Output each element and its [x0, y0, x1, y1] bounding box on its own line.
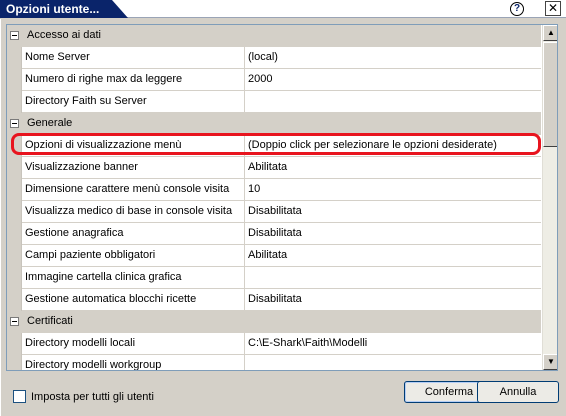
row-margin — [7, 135, 22, 157]
property-value[interactable]: 10 — [246, 179, 541, 201]
property-grid: Accesso ai dati Nome Server (local) Numero … — [6, 24, 558, 371]
category-row[interactable]: Certificati — [7, 311, 541, 333]
property-name: Immagine cartella clinica grafica — [24, 267, 245, 289]
property-value[interactable]: C:\E-Shark\Faith\Modelli — [246, 333, 541, 355]
category-label: Certificati — [27, 315, 73, 327]
property-row[interactable]: Visualizzazione banner Abilitata — [7, 157, 541, 179]
scroll-up-button[interactable]: ▲ — [543, 25, 557, 41]
dialog-body: Accesso ai dati Nome Server (local) Numero … — [0, 19, 566, 416]
row-margin — [7, 201, 22, 223]
scroll-thumb[interactable] — [543, 42, 557, 147]
property-value[interactable] — [246, 91, 541, 113]
property-row[interactable]: Directory modelli workgroup — [7, 355, 541, 370]
property-row[interactable]: Directory Faith su Server — [7, 91, 541, 113]
property-value[interactable]: (local) — [246, 47, 541, 69]
property-name: Numero di righe max da leggere — [24, 69, 245, 91]
scroll-down-button[interactable]: ▼ — [543, 354, 557, 370]
property-value[interactable]: Abilitata — [246, 157, 541, 179]
property-row[interactable]: Gestione automatica blocchi ricette Disab… — [7, 289, 541, 311]
property-name: Opzioni di visualizzazione menù — [24, 135, 245, 157]
property-value[interactable]: Disabilitata — [246, 289, 541, 311]
title-bar: Opzioni utente... ? ✕ — [0, 0, 566, 18]
property-row[interactable]: Gestione anagrafica Disabilitata — [7, 223, 541, 245]
property-row[interactable]: Opzioni di visualizzazione menù (Doppio c… — [7, 135, 541, 157]
row-margin — [7, 333, 22, 355]
apply-all-checkbox[interactable] — [13, 390, 26, 403]
property-row[interactable]: Immagine cartella clinica grafica — [7, 267, 541, 289]
property-name: Directory modelli workgroup — [24, 355, 245, 370]
property-name: Gestione automatica blocchi ricette — [24, 289, 245, 311]
cancel-button[interactable]: Annulla — [477, 381, 559, 403]
property-row[interactable]: Directory modelli locali C:\E-Shark\Faith… — [7, 333, 541, 355]
category-label: Generale — [27, 117, 73, 129]
property-value[interactable]: Abilitata — [246, 245, 541, 267]
category-row[interactable]: Generale — [7, 113, 541, 135]
property-name: Visualizzazione banner — [24, 157, 245, 179]
property-value[interactable] — [246, 355, 541, 370]
property-row[interactable]: Visualizza medico di base in console vis… — [7, 201, 541, 223]
window-title: Opzioni utente... — [6, 2, 100, 16]
property-name: Campi paziente obbligatori — [24, 245, 245, 267]
row-margin — [7, 223, 22, 245]
row-margin — [7, 69, 22, 91]
row-margin — [7, 355, 22, 370]
property-row[interactable]: Numero di righe max da leggere 2000 — [7, 69, 541, 91]
row-margin — [7, 179, 22, 201]
property-value[interactable]: 2000 — [246, 69, 541, 91]
row-margin — [7, 157, 22, 179]
property-name: Gestione anagrafica — [24, 223, 245, 245]
property-rows: Accesso ai dati Nome Server (local) Numero … — [7, 25, 541, 370]
property-value[interactable]: Disabilitata — [246, 201, 541, 223]
close-button[interactable]: ✕ — [545, 1, 561, 16]
category-row[interactable]: Accesso ai dati — [7, 25, 541, 47]
row-margin — [7, 245, 22, 267]
property-value[interactable] — [246, 267, 541, 289]
help-button[interactable]: ? — [510, 2, 524, 16]
row-margin — [7, 91, 22, 113]
property-row[interactable]: Dimensione carattere menù console visita… — [7, 179, 541, 201]
property-value[interactable]: (Doppio click per selezionare le opzioni… — [246, 135, 541, 157]
property-name: Visualizza medico di base in console vis… — [24, 201, 245, 223]
row-margin — [7, 289, 22, 311]
property-name: Directory modelli locali — [24, 333, 245, 355]
apply-all-option[interactable]: Imposta per tutti gli utenti — [13, 390, 154, 403]
apply-all-label: Imposta per tutti gli utenti — [31, 390, 154, 403]
property-name: Directory Faith su Server — [24, 91, 245, 113]
row-margin — [7, 47, 22, 69]
row-margin — [7, 267, 22, 289]
property-row[interactable]: Nome Server (local) — [7, 47, 541, 69]
collapse-icon[interactable] — [10, 119, 19, 128]
collapse-icon[interactable] — [10, 317, 19, 326]
collapse-icon[interactable] — [10, 31, 19, 40]
property-name: Nome Server — [24, 47, 245, 69]
vertical-scrollbar[interactable]: ▲ ▼ — [542, 25, 557, 370]
property-row[interactable]: Campi paziente obbligatori Abilitata — [7, 245, 541, 267]
property-value[interactable]: Disabilitata — [246, 223, 541, 245]
category-label: Accesso ai dati — [27, 29, 101, 41]
property-name: Dimensione carattere menù console visita — [24, 179, 245, 201]
